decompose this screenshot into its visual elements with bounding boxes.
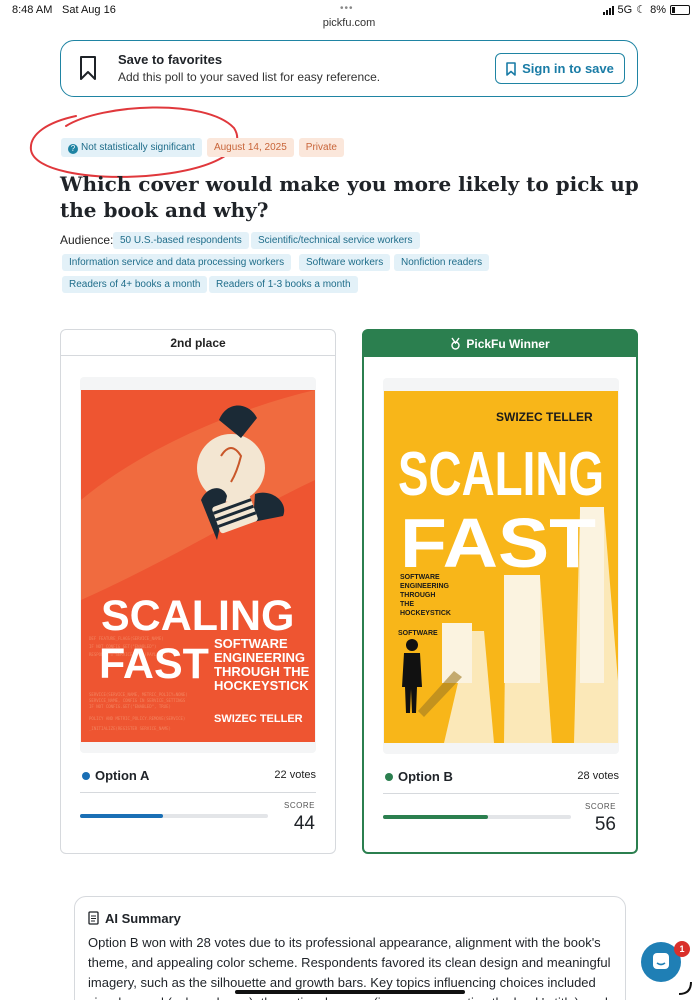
option-b-card[interactable]: PickFu Winner SWIZEC TELLER SOFTWARE SOF… — [362, 329, 638, 854]
significance-badge[interactable]: ? Not statistically significant — [61, 138, 202, 157]
clock: 8:48 AM — [12, 4, 53, 16]
score-value: 56 — [594, 814, 616, 835]
svg-text:SCALING: SCALING — [101, 592, 295, 640]
cover-image-frame[interactable]: DEF FEATURE_FLAGS(SERVICE_NAME) IF NOT C… — [80, 377, 316, 753]
score-bar — [383, 815, 571, 819]
svg-text:FAST: FAST — [400, 504, 596, 582]
svg-text:SWIZEC TELLER: SWIZEC TELLER — [496, 410, 593, 424]
summary-title: AI Summary — [105, 911, 181, 926]
option-label: Option A — [95, 768, 150, 783]
score-value: 44 — [293, 813, 315, 834]
svg-text:SOFTWARE: SOFTWARE — [398, 630, 438, 637]
svg-text:SERVICE_NAME, CONFIG IN SERVIC: SERVICE_NAME, CONFIG IN SERVICE_SETTINGS — [89, 698, 186, 703]
svg-text:SCALING: SCALING — [398, 440, 604, 509]
status-bar: 8:48 AM Sat Aug 16 ••• pickfu.com 5G ☾ 8… — [0, 0, 698, 36]
resize-corner-icon — [678, 981, 692, 995]
battery-icon — [670, 4, 690, 15]
score-bar — [80, 814, 268, 818]
home-indicator[interactable] — [235, 990, 465, 994]
svg-text:ENGINEERING: ENGINEERING — [400, 583, 450, 590]
ai-summary-card: AI Summary Option B won with 28 votes du… — [74, 896, 626, 1000]
audience-chip: Readers of 1-3 books a month — [209, 276, 358, 293]
date: Sat Aug 16 — [62, 4, 116, 16]
place-header: 2nd place — [61, 330, 335, 356]
notification-badge: 1 — [674, 941, 690, 957]
network-label: 5G — [617, 3, 633, 16]
bookmark-icon — [80, 56, 96, 80]
svg-text:HOCKEYSTICK: HOCKEYSTICK — [400, 610, 451, 617]
score-bar-fill — [80, 814, 163, 818]
svg-text:THROUGH: THROUGH — [400, 592, 435, 599]
option-label: Option B — [398, 769, 453, 784]
svg-text:IF NOT CONFIG.GET("ENABLED", T: IF NOT CONFIG.GET("ENABLED", TRUE) — [89, 704, 171, 709]
audience-chip: Information service and data processing … — [62, 254, 292, 271]
option-a-dot — [82, 772, 90, 780]
question-icon: ? — [68, 144, 78, 154]
visibility-badge: Private — [298, 138, 344, 157]
signal-icon — [602, 5, 614, 15]
svg-text:SERVICE(SERVICE_NAME, METRIC_P: SERVICE(SERVICE_NAME, METRIC_POLICY=NONE… — [89, 692, 188, 697]
svg-text:POLICY AND METRIC_POLICY.REMOV: POLICY AND METRIC_POLICY.REMOVE(SERVICE) — [89, 716, 185, 721]
vote-count: 22 votes — [274, 769, 316, 781]
winner-header: PickFu Winner — [364, 331, 636, 357]
score-label: SCORE — [284, 801, 315, 810]
status-icons: 5G ☾ 8% — [602, 3, 690, 16]
save-favorites-banner: Save to favorites Add this poll to your … — [60, 40, 638, 97]
divider — [383, 793, 619, 794]
audience-chip: Software workers — [299, 254, 391, 271]
audience-label: Audience: — [60, 233, 114, 247]
audience-chip: 50 U.S.-based respondents — [113, 232, 249, 249]
svg-text:_INITIALIZE(REGISTER SERVICE_N: _INITIALIZE(REGISTER SERVICE_NAME) — [89, 726, 171, 731]
score-bar-fill — [383, 815, 489, 819]
divider — [80, 792, 316, 793]
score-label: SCORE — [585, 802, 616, 811]
document-icon — [88, 911, 99, 925]
cover-image-frame[interactable]: SWIZEC TELLER SOFTWARE SOFTWARE ENGINEER… — [383, 378, 619, 754]
bookmark-icon — [506, 61, 516, 76]
significance-label: Not statistically significant — [81, 142, 195, 153]
medal-icon — [451, 337, 461, 350]
option-b-row: Option B 28 votes — [383, 768, 619, 788]
cover-b-image: SWIZEC TELLER SOFTWARE SOFTWARE ENGINEER… — [384, 391, 618, 743]
address-url[interactable]: pickfu.com — [0, 17, 698, 29]
svg-text:SWIZEC TELLER: SWIZEC TELLER — [214, 713, 303, 725]
poll-date-badge: August 14, 2025 — [206, 138, 294, 157]
vote-count: 28 votes — [577, 770, 619, 782]
svg-text:ENGINEERING: ENGINEERING — [214, 650, 305, 665]
audience-chip: Readers of 4+ books a month — [62, 276, 208, 293]
poll-meta-tags: ? Not statistically significant August 14… — [61, 138, 344, 157]
sign-in-to-save-button[interactable]: Sign in to save — [495, 53, 625, 84]
more-dots-icon[interactable]: ••• — [340, 3, 354, 14]
svg-text:SOFTWARE: SOFTWARE — [214, 636, 288, 651]
moon-icon: ☾ — [636, 4, 647, 16]
option-a-row: Option A 22 votes — [80, 767, 316, 787]
favorites-title: Save to favorites — [118, 52, 223, 67]
battery-percent: 8% — [650, 3, 666, 16]
audience-chip: Scientific/technical service workers — [251, 232, 420, 249]
svg-text:HOCKEYSTICK: HOCKEYSTICK — [214, 678, 309, 693]
option-a-card[interactable]: 2nd place DEF FEATURE_FLAGS(SERVICE_NAME… — [60, 329, 336, 854]
svg-text:THE: THE — [400, 601, 414, 608]
favorites-subtitle: Add this poll to your saved list for eas… — [118, 70, 381, 84]
sign-in-label: Sign in to save — [522, 61, 614, 76]
svg-text:FAST: FAST — [99, 640, 209, 688]
poll-question: Which cover would make you more likely t… — [60, 172, 639, 222]
cover-a-image: DEF FEATURE_FLAGS(SERVICE_NAME) IF NOT C… — [81, 390, 315, 742]
svg-text:THROUGH THE: THROUGH THE — [214, 664, 310, 679]
winner-label: PickFu Winner — [466, 337, 550, 351]
option-b-dot — [385, 773, 393, 781]
audience-chip: Nonfiction readers — [394, 254, 490, 271]
